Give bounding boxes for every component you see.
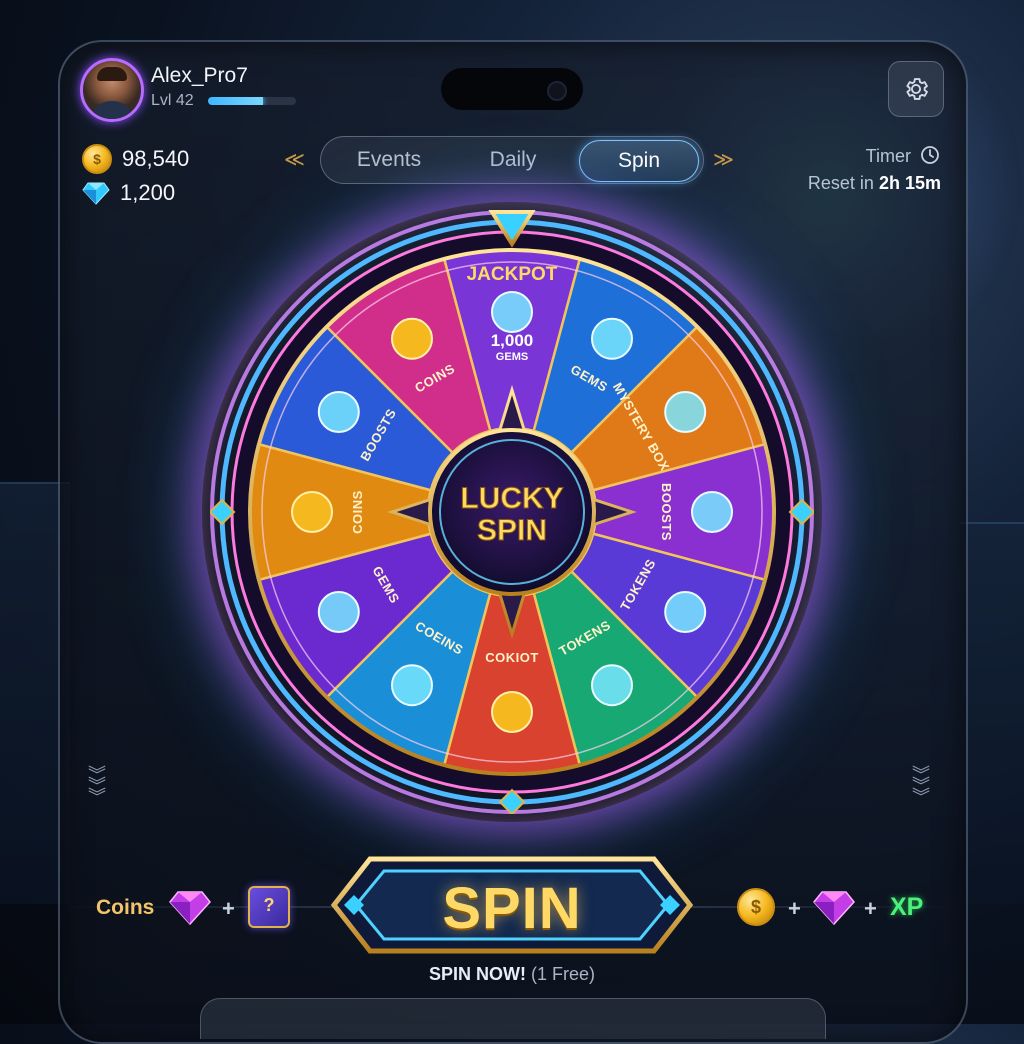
gem-balance: 1,200 — [82, 180, 175, 206]
free-spins-note: (1 Free) — [531, 964, 596, 984]
jackpot-unit: GEMS — [496, 351, 528, 363]
reset-countdown: Reset in 2h 15m — [808, 173, 941, 194]
boost-cube-icon — [317, 391, 360, 433]
coin-balance: $ 98,540 — [82, 144, 189, 174]
reset-prefix: Reset in — [807, 173, 874, 193]
gear-icon — [906, 78, 928, 100]
hub-text-spin: SPIN — [477, 514, 547, 547]
coin-icon — [291, 491, 333, 533]
spin-subtitle: SPIN NOW! (1 Free) — [0, 964, 1024, 985]
prize-wheel[interactable]: GEMS MYSTERY BOXES BOOSTS TOKENS TOKENS COKIO… — [210, 210, 814, 814]
tab-daily[interactable]: Daily — [453, 137, 573, 183]
rewards-coins-label: Coins — [96, 896, 155, 919]
token-icon — [664, 591, 707, 633]
spin-button[interactable]: SPIN — [330, 855, 694, 955]
left-chevron-stack: ︾ ︾ ︾ — [88, 765, 106, 807]
xp-reward-label: XP — [890, 893, 924, 921]
spin-now-text: SPIN NOW! — [428, 964, 526, 984]
purple-gem-icon — [169, 891, 211, 926]
coin-reward-icon: $ — [737, 888, 775, 926]
gem-icon — [317, 591, 360, 633]
jackpot-amount: 1,000 — [491, 331, 534, 350]
gem-amount: 1,200 — [120, 180, 176, 205]
plus-sign: + — [222, 896, 235, 921]
tab-spin[interactable]: Spin — [579, 140, 699, 182]
tab-events[interactable]: Events — [329, 137, 449, 183]
plus-sign: + — [788, 896, 801, 921]
xp-progress-bar — [208, 97, 296, 105]
coin-amount: 98,540 — [122, 146, 190, 171]
wheel-segment-label: BOOSTS — [659, 483, 674, 541]
clock-icon — [921, 146, 939, 164]
coin-icon — [491, 691, 533, 733]
wheel-graphic: GEMSMYSTERY BOXESBOOSTSTOKENSTOKENSCOKIO… — [210, 210, 814, 814]
boost-icon — [691, 491, 733, 533]
gems-icon — [491, 291, 533, 333]
coin-icon — [391, 317, 433, 360]
chevron-right-icon: ≫ — [713, 149, 734, 171]
mystery-box-icon — [664, 391, 707, 433]
bottom-panel — [200, 998, 826, 1039]
wheel-segment-label: COKIOT — [485, 650, 539, 665]
jackpot-label: JACKPOT — [467, 264, 558, 285]
gem-icon — [591, 317, 633, 360]
username: Alex_Pro7 — [151, 64, 248, 87]
right-chevron-stack: ︾ ︾ ︾ — [912, 765, 930, 807]
diamond-icon — [82, 182, 110, 205]
timer-text: Timer — [865, 146, 911, 166]
reset-value: 2h 15m — [878, 173, 941, 193]
gem-icon — [391, 664, 433, 707]
coin-icon: $ — [82, 144, 112, 174]
mystery-box-icon: ? — [248, 886, 290, 928]
xp-token-icon — [591, 664, 633, 707]
chevron-left-icon: ≪ — [284, 149, 305, 171]
camera-notch — [441, 68, 583, 110]
purple-gem-icon — [813, 891, 855, 926]
tab-bar: Events Daily Spin — [320, 136, 704, 184]
wheel-segment-label: COINS — [350, 490, 365, 534]
timer-label: Timer — [866, 145, 940, 167]
city-building — [960, 522, 1024, 904]
hub-text-lucky: LUCKY — [460, 482, 563, 515]
plus-sign: + — [864, 896, 877, 921]
avatar[interactable] — [80, 58, 144, 122]
spin-button-label: SPIN — [442, 876, 582, 941]
player-level: Lvl 42 — [151, 92, 194, 109]
settings-button[interactable] — [888, 61, 944, 117]
